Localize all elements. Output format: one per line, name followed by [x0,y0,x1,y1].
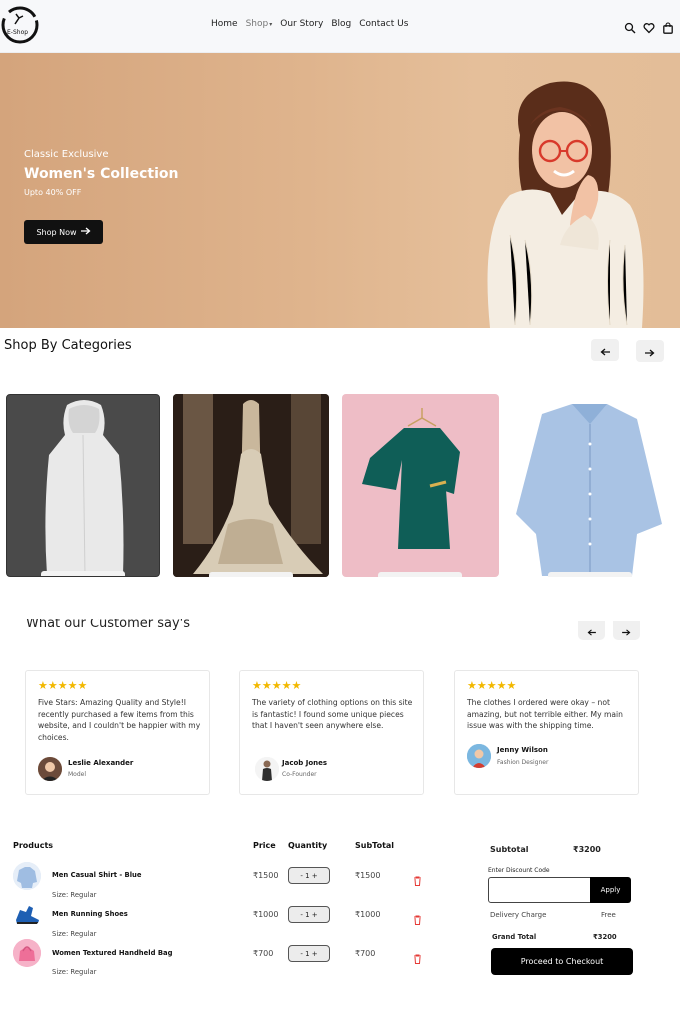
nav-icons [624,19,674,34]
testimonials-title-text: What our Customer say's [26,619,191,631]
avatar [38,757,62,781]
category-label [548,572,632,577]
hero-banner: Classic Exclusive Women's Collection Upt… [0,53,680,328]
category-card-teal-dress[interactable] [342,394,499,577]
product-name[interactable]: Women Textured Handheld Bag [52,949,172,957]
testimonial-quote: Five Stars: Amazing Quality and Style!I … [38,698,201,742]
quantity-stepper[interactable]: - 1 + [288,867,330,884]
testimonial-quote: The clothes I ordered were okay – not am… [467,698,623,730]
reviewer-role: Fashion Designer [497,759,549,766]
caret-down-icon: ▾ [269,21,273,28]
category-label [41,571,125,576]
shop-now-label: Shop Now [36,227,77,237]
arrow-right-icon [645,342,655,361]
product-thumbnail[interactable] [13,939,41,967]
star-rating: ★★★★★ [252,679,302,692]
arrow-right-icon [80,227,91,237]
avatar [255,757,279,781]
nav-blog[interactable]: Blog [331,19,351,29]
category-card-wedding-gown[interactable] [173,394,329,577]
product-size: Size: Regular [52,930,97,938]
header-quantity: Quantity [288,841,328,850]
testimonial-quote: The variety of clothing options on this … [252,698,413,730]
quantity-stepper[interactable]: - 1 + [288,945,330,962]
trash-icon[interactable] [413,910,422,925]
category-card-hoodie[interactable] [6,394,160,577]
testimonials-title: What our Customer say's [26,619,190,635]
apply-button[interactable]: Apply [590,877,631,903]
product-thumbnail[interactable] [13,862,41,890]
arrow-left-icon [587,621,596,640]
product-price: ₹1500 [253,871,279,880]
shop-now-button[interactable]: Shop Now [24,220,103,244]
trash-icon[interactable] [413,871,422,886]
delivery-label: Delivery Charge [490,911,547,919]
categories-prev-button[interactable] [591,339,619,361]
discount-label: Enter Discount Code [488,867,550,874]
product-price: ₹700 [253,949,274,958]
category-label [209,572,293,577]
product-size: Size: Regular [52,968,97,976]
arrow-right-icon [622,621,631,640]
teal-dress-image [362,408,460,549]
hero-kicker: Classic Exclusive [24,149,109,160]
trash-icon[interactable] [413,949,422,964]
wedding-gown-image [173,394,329,577]
testimonials-prev-button[interactable] [578,621,605,640]
search-icon[interactable] [624,19,636,34]
star-rating: ★★★★★ [38,679,88,692]
product-subtotal: ₹1500 [355,871,381,880]
product-subtotal: ₹700 [355,949,376,958]
hoodie-image [45,400,124,576]
reviewer-name: Leslie Alexander [68,759,134,767]
top-navbar: E-Shop Home Shop▾ Our Story Blog Contact… [0,0,680,53]
categories-title: Shop By Categories [4,338,132,353]
testimonials-next-button[interactable] [613,621,640,640]
product-thumbnail[interactable] [13,900,41,928]
proceed-to-checkout-button[interactable]: Proceed to Checkout [491,948,633,975]
star-rating: ★★★★★ [467,679,517,692]
reviewer-name: Jacob Jones [282,759,328,767]
hero-model-image [480,75,650,328]
nav-contact[interactable]: Contact Us [359,19,408,29]
grand-total-value: ₹3200 [593,933,617,941]
product-name[interactable]: Men Running Shoes [52,910,128,918]
testimonial-card: ★★★★★ The variety of clothing options on… [239,670,424,795]
grand-total-label: Grand Total [492,933,537,941]
subtotal-label: Subtotal [490,845,529,854]
product-name[interactable]: Men Casual Shirt - Blue [52,871,142,879]
logo-text: E-Shop [7,29,29,36]
category-label [378,572,462,577]
testimonial-card: ★★★★★ The clothes I ordered were okay – … [454,670,639,795]
heart-icon[interactable] [643,19,655,34]
testimonial-card: ★★★★★ Five Stars: Amazing Quality and St… [25,670,210,795]
nav-shop[interactable]: Shop▾ [246,19,273,29]
nav-shop-label: Shop [245,19,269,29]
header-subtotal: SubTotal [355,841,395,850]
product-size: Size: Regular [52,891,97,899]
reviewer-role: Model [68,771,87,778]
nav-home[interactable]: Home [211,19,238,29]
logo[interactable]: E-Shop [1,5,39,45]
product-subtotal: ₹1000 [355,910,381,919]
arrow-left-icon [600,341,610,360]
avatar [467,744,491,768]
hero-subtitle: Upto 40% OFF [24,188,82,197]
product-price: ₹1000 [253,910,279,919]
bag-icon[interactable] [662,19,674,34]
nav-our-story[interactable]: Our Story [280,19,323,29]
reviewer-role: Co-Founder [282,771,317,778]
header-products: Products [13,841,54,850]
nav-links: Home Shop▾ Our Story Blog Contact Us [211,19,416,29]
quantity-stepper[interactable]: - 1 + [288,906,330,923]
header-price: Price [253,841,276,850]
category-card-blue-shirt[interactable] [512,394,668,577]
categories-next-button[interactable] [636,340,664,362]
delivery-value: Free [601,911,616,919]
blue-shirt-image [516,404,662,576]
subtotal-value: ₹3200 [573,845,601,854]
discount-code-input[interactable] [488,877,591,903]
reviewer-name: Jenny Wilson [497,746,548,754]
hero-title: Women's Collection [24,166,179,182]
